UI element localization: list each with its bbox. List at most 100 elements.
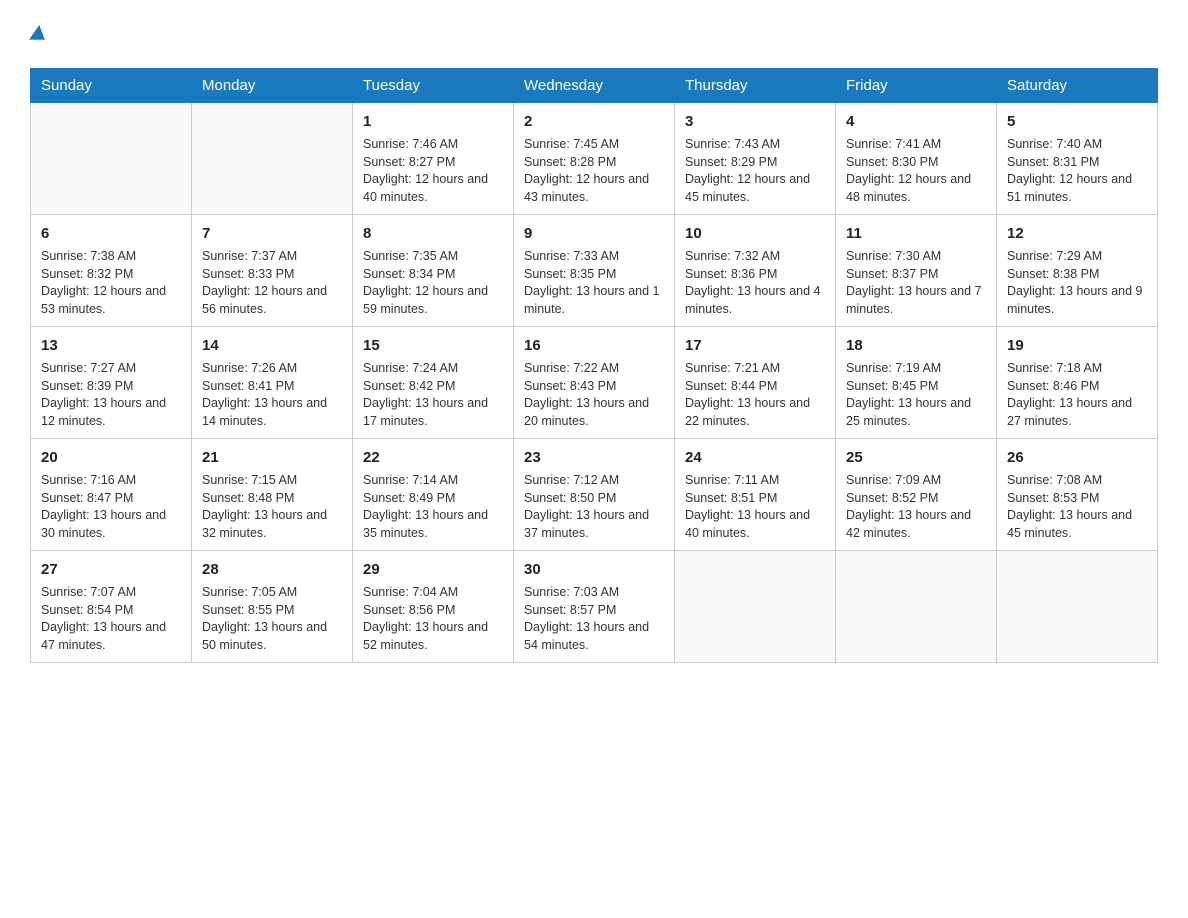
day-info: Sunrise: 7:37 AMSunset: 8:33 PMDaylight:… xyxy=(202,248,342,318)
calendar-cell: 26 Sunrise: 7:08 AMSunset: 8:53 PMDayligh… xyxy=(997,439,1158,551)
weekday-header-thursday: Thursday xyxy=(675,69,836,103)
week-row-3: 13 Sunrise: 7:27 AMSunset: 8:39 PMDayligh… xyxy=(31,327,1158,439)
calendar-cell: 18 Sunrise: 7:19 AMSunset: 8:45 PMDayligh… xyxy=(836,327,997,439)
day-number: 4 xyxy=(846,111,986,132)
day-info: Sunrise: 7:09 AMSunset: 8:52 PMDaylight:… xyxy=(846,472,986,542)
calendar-cell xyxy=(31,103,192,215)
day-info: Sunrise: 7:30 AMSunset: 8:37 PMDaylight:… xyxy=(846,248,986,318)
page-header xyxy=(30,20,1158,50)
day-info: Sunrise: 7:16 AMSunset: 8:47 PMDaylight:… xyxy=(41,472,181,542)
day-number: 2 xyxy=(524,111,664,132)
day-number: 17 xyxy=(685,335,825,356)
weekday-header-wednesday: Wednesday xyxy=(514,69,675,103)
calendar-cell xyxy=(836,551,997,663)
calendar-cell: 27Sunrise: 7:07 AMSunset: 8:54 PMDayligh… xyxy=(31,551,192,663)
calendar-cell: 9 Sunrise: 7:33 AMSunset: 8:35 PMDaylight… xyxy=(514,215,675,327)
day-number: 25 xyxy=(846,447,986,468)
weekday-header-friday: Friday xyxy=(836,69,997,103)
day-number: 20 xyxy=(41,447,181,468)
day-number: 16 xyxy=(524,335,664,356)
day-info: Sunrise: 7:43 AMSunset: 8:29 PMDaylight:… xyxy=(685,136,825,206)
calendar-cell xyxy=(192,103,353,215)
day-number: 21 xyxy=(202,447,342,468)
day-number: 11 xyxy=(846,223,986,244)
day-info: Sunrise: 7:24 AMSunset: 8:42 PMDaylight:… xyxy=(363,360,503,430)
day-info: Sunrise: 7:45 AMSunset: 8:28 PMDaylight:… xyxy=(524,136,664,206)
day-info: Sunrise: 7:11 AMSunset: 8:51 PMDaylight:… xyxy=(685,472,825,542)
week-row-1: 1 Sunrise: 7:46 AMSunset: 8:27 PMDaylight… xyxy=(31,103,1158,215)
day-number: 15 xyxy=(363,335,503,356)
day-number: 8 xyxy=(363,223,503,244)
calendar-cell: 1 Sunrise: 7:46 AMSunset: 8:27 PMDaylight… xyxy=(353,103,514,215)
day-info: Sunrise: 7:35 AMSunset: 8:34 PMDaylight:… xyxy=(363,248,503,318)
day-info: Sunrise: 7:29 AMSunset: 8:38 PMDaylight:… xyxy=(1007,248,1147,318)
weekday-header-tuesday: Tuesday xyxy=(353,69,514,103)
calendar-cell: 19 Sunrise: 7:18 AMSunset: 8:46 PMDayligh… xyxy=(997,327,1158,439)
day-number: 6 xyxy=(41,223,181,244)
calendar-cell xyxy=(997,551,1158,663)
day-number: 29 xyxy=(363,559,503,580)
day-info: Sunrise: 7:15 AMSunset: 8:48 PMDaylight:… xyxy=(202,472,342,542)
day-number: 12 xyxy=(1007,223,1147,244)
day-number: 18 xyxy=(846,335,986,356)
calendar-cell: 21 Sunrise: 7:15 AMSunset: 8:48 PMDayligh… xyxy=(192,439,353,551)
day-number: 23 xyxy=(524,447,664,468)
week-row-5: 27Sunrise: 7:07 AMSunset: 8:54 PMDayligh… xyxy=(31,551,1158,663)
day-info: Sunrise: 7:19 AMSunset: 8:45 PMDaylight:… xyxy=(846,360,986,430)
calendar-table: SundayMondayTuesdayWednesdayThursdayFrid… xyxy=(30,68,1158,663)
day-info: Sunrise: 7:27 AMSunset: 8:39 PMDaylight:… xyxy=(41,360,181,430)
day-number: 13 xyxy=(41,335,181,356)
calendar-cell: 14 Sunrise: 7:26 AMSunset: 8:41 PMDayligh… xyxy=(192,327,353,439)
calendar-cell: 11 Sunrise: 7:30 AMSunset: 8:37 PMDayligh… xyxy=(836,215,997,327)
day-info: Sunrise: 7:22 AMSunset: 8:43 PMDaylight:… xyxy=(524,360,664,430)
day-number: 10 xyxy=(685,223,825,244)
day-info: Sunrise: 7:33 AMSunset: 8:35 PMDaylight:… xyxy=(524,248,664,318)
calendar-cell: 16 Sunrise: 7:22 AMSunset: 8:43 PMDayligh… xyxy=(514,327,675,439)
week-row-2: 6Sunrise: 7:38 AMSunset: 8:32 PMDaylight… xyxy=(31,215,1158,327)
day-number: 22 xyxy=(363,447,503,468)
calendar-cell: 20 Sunrise: 7:16 AMSunset: 8:47 PMDayligh… xyxy=(31,439,192,551)
day-info: Sunrise: 7:08 AMSunset: 8:53 PMDaylight:… xyxy=(1007,472,1147,542)
day-info: Sunrise: 7:32 AMSunset: 8:36 PMDaylight:… xyxy=(685,248,825,318)
logo xyxy=(30,20,46,50)
calendar-cell: 8 Sunrise: 7:35 AMSunset: 8:34 PMDaylight… xyxy=(353,215,514,327)
calendar-cell: 23 Sunrise: 7:12 AMSunset: 8:50 PMDayligh… xyxy=(514,439,675,551)
weekday-header-saturday: Saturday xyxy=(997,69,1158,103)
calendar-cell: 3Sunrise: 7:43 AMSunset: 8:29 PMDaylight… xyxy=(675,103,836,215)
day-info: Sunrise: 7:21 AMSunset: 8:44 PMDaylight:… xyxy=(685,360,825,430)
weekday-header-monday: Monday xyxy=(192,69,353,103)
day-info: Sunrise: 7:07 AMSunset: 8:54 PMDaylight:… xyxy=(41,584,181,654)
calendar-cell: 10 Sunrise: 7:32 AMSunset: 8:36 PMDayligh… xyxy=(675,215,836,327)
day-info: Sunrise: 7:12 AMSunset: 8:50 PMDaylight:… xyxy=(524,472,664,542)
calendar-cell: 30 Sunrise: 7:03 AMSunset: 8:57 PMDayligh… xyxy=(514,551,675,663)
day-number: 28 xyxy=(202,559,342,580)
calendar-cell: 22 Sunrise: 7:14 AMSunset: 8:49 PMDayligh… xyxy=(353,439,514,551)
week-row-4: 20 Sunrise: 7:16 AMSunset: 8:47 PMDayligh… xyxy=(31,439,1158,551)
calendar-cell xyxy=(675,551,836,663)
calendar-cell: 17 Sunrise: 7:21 AMSunset: 8:44 PMDayligh… xyxy=(675,327,836,439)
day-info: Sunrise: 7:46 AMSunset: 8:27 PMDaylight:… xyxy=(363,136,503,206)
calendar-cell: 13 Sunrise: 7:27 AMSunset: 8:39 PMDayligh… xyxy=(31,327,192,439)
calendar-cell: 6Sunrise: 7:38 AMSunset: 8:32 PMDaylight… xyxy=(31,215,192,327)
day-number: 30 xyxy=(524,559,664,580)
calendar-cell: 5Sunrise: 7:40 AMSunset: 8:31 PMDaylight… xyxy=(997,103,1158,215)
day-info: Sunrise: 7:03 AMSunset: 8:57 PMDaylight:… xyxy=(524,584,664,654)
calendar-cell: 7Sunrise: 7:37 AMSunset: 8:33 PMDaylight… xyxy=(192,215,353,327)
calendar-cell: 28 Sunrise: 7:05 AMSunset: 8:55 PMDayligh… xyxy=(192,551,353,663)
day-number: 26 xyxy=(1007,447,1147,468)
day-info: Sunrise: 7:18 AMSunset: 8:46 PMDaylight:… xyxy=(1007,360,1147,430)
day-info: Sunrise: 7:05 AMSunset: 8:55 PMDaylight:… xyxy=(202,584,342,654)
calendar-cell: 25 Sunrise: 7:09 AMSunset: 8:52 PMDayligh… xyxy=(836,439,997,551)
day-info: Sunrise: 7:26 AMSunset: 8:41 PMDaylight:… xyxy=(202,360,342,430)
day-number: 14 xyxy=(202,335,342,356)
day-number: 1 xyxy=(363,111,503,132)
day-number: 9 xyxy=(524,223,664,244)
day-number: 24 xyxy=(685,447,825,468)
calendar-cell: 24 Sunrise: 7:11 AMSunset: 8:51 PMDayligh… xyxy=(675,439,836,551)
day-info: Sunrise: 7:14 AMSunset: 8:49 PMDaylight:… xyxy=(363,472,503,542)
day-info: Sunrise: 7:04 AMSunset: 8:56 PMDaylight:… xyxy=(363,584,503,654)
weekday-header-row: SundayMondayTuesdayWednesdayThursdayFrid… xyxy=(31,69,1158,103)
day-number: 19 xyxy=(1007,335,1147,356)
calendar-cell: 29 Sunrise: 7:04 AMSunset: 8:56 PMDayligh… xyxy=(353,551,514,663)
day-info: Sunrise: 7:41 AMSunset: 8:30 PMDaylight:… xyxy=(846,136,986,206)
